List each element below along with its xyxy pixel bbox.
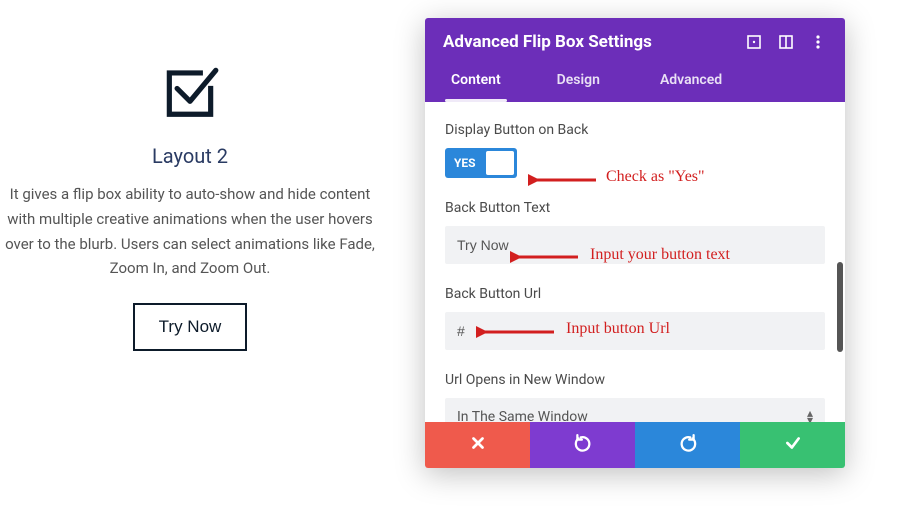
check-icon — [784, 434, 802, 456]
url-window-select[interactable]: In The Same Window ▴▾ — [445, 398, 825, 422]
panel-title: Advanced Flip Box Settings — [443, 32, 731, 52]
display-button-label: Display Button on Back — [445, 122, 825, 138]
toggle-knob — [486, 151, 514, 175]
try-now-button[interactable]: Try Now — [133, 303, 248, 351]
fullscreen-icon[interactable] — [745, 33, 763, 51]
field-back-button-url: Back Button Url — [445, 286, 825, 350]
tab-design[interactable]: Design — [539, 60, 618, 102]
back-button-url-input[interactable] — [445, 312, 825, 350]
flipbox-preview: Layout 2 It gives a flip box ability to … — [0, 60, 380, 351]
panel-body: Display Button on Back YES Back Button T… — [425, 102, 845, 422]
more-icon[interactable] — [809, 33, 827, 51]
preview-title: Layout 2 — [0, 144, 380, 168]
undo-button[interactable] — [530, 422, 635, 468]
panel-scrollbar[interactable] — [837, 262, 843, 352]
dock-icon[interactable] — [777, 33, 795, 51]
panel-footer — [425, 422, 845, 468]
save-button[interactable] — [740, 422, 845, 468]
back-button-text-input[interactable] — [445, 226, 825, 264]
field-url-window: Url Opens in New Window In The Same Wind… — [445, 372, 825, 422]
toggle-yes-label: YES — [448, 156, 482, 170]
back-button-url-label: Back Button Url — [445, 286, 825, 302]
cancel-button[interactable] — [425, 422, 530, 468]
redo-icon — [679, 434, 697, 456]
back-button-text-label: Back Button Text — [445, 200, 825, 216]
select-arrows-icon: ▴▾ — [807, 410, 813, 422]
url-window-value: In The Same Window — [457, 409, 588, 422]
close-icon — [469, 434, 487, 456]
display-button-toggle[interactable]: YES — [445, 148, 517, 178]
tab-content[interactable]: Content — [433, 60, 519, 102]
field-back-button-text: Back Button Text — [445, 200, 825, 264]
field-display-button: Display Button on Back YES — [445, 122, 825, 178]
panel-tabs: Content Design Advanced — [425, 60, 845, 102]
checkmark-box-icon — [159, 107, 221, 126]
preview-description: It gives a flip box ability to auto-show… — [0, 182, 380, 281]
undo-icon — [574, 434, 592, 456]
panel-header: Advanced Flip Box Settings Content Desig… — [425, 18, 845, 102]
settings-panel: Advanced Flip Box Settings Content Desig… — [425, 18, 845, 468]
redo-button[interactable] — [635, 422, 740, 468]
url-window-label: Url Opens in New Window — [445, 372, 825, 388]
tab-advanced[interactable]: Advanced — [642, 60, 740, 102]
